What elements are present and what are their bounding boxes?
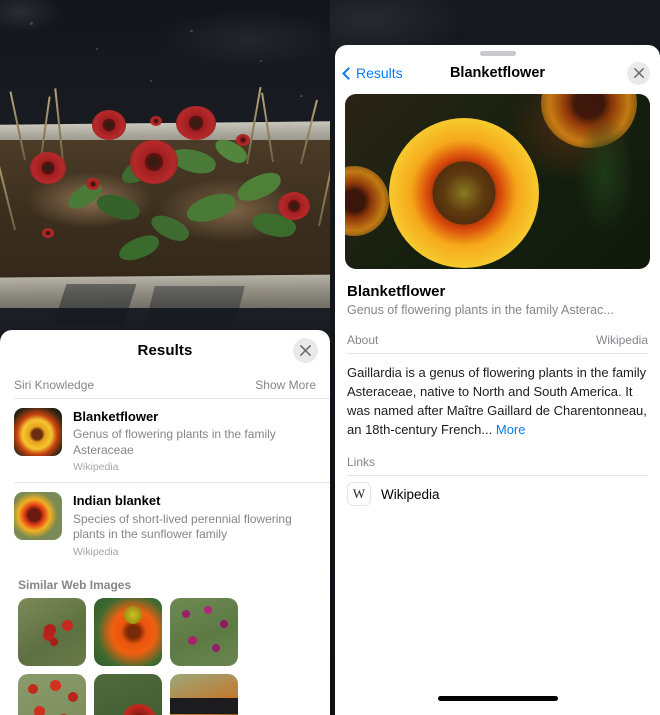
web-image-thumbnail[interactable] <box>18 673 86 715</box>
web-image-thumbnail[interactable] <box>170 673 238 715</box>
about-body: Gaillardia is a genus of flowering plant… <box>335 354 660 439</box>
result-row-blanketflower[interactable]: Blanketflower Genus of flowering plants … <box>0 399 330 482</box>
about-label: About <box>347 333 379 347</box>
siri-knowledge-label: Siri Knowledge <box>14 378 95 392</box>
back-button[interactable]: Results <box>342 65 403 81</box>
left-pane: Results Siri Knowledge Show More Blanket… <box>0 0 330 715</box>
web-image-thumbnail[interactable] <box>94 673 162 715</box>
similar-web-images-grid <box>0 597 330 715</box>
link-row-wikipedia[interactable]: W Wikipedia <box>335 476 660 512</box>
right-pane: Results Blanketflower Blanketflower Genu… <box>330 0 660 715</box>
close-icon <box>300 345 311 356</box>
about-header: About Wikipedia <box>335 317 660 353</box>
hero-image[interactable] <box>345 94 650 269</box>
detail-nav: Results Blanketflower <box>335 56 660 90</box>
result-source: Wikipedia <box>73 461 119 474</box>
screen: Results Siri Knowledge Show More Blanket… <box>0 0 660 715</box>
back-button-label: Results <box>356 65 403 81</box>
siri-knowledge-header: Siri Knowledge Show More <box>0 370 330 398</box>
flower <box>130 140 178 184</box>
flower <box>278 192 310 220</box>
flower <box>42 228 54 238</box>
result-subtitle: Species of short-lived perennial floweri… <box>73 511 292 542</box>
flower <box>92 110 126 140</box>
detail-close-button[interactable] <box>627 61 650 85</box>
web-image-thumbnail[interactable] <box>18 597 86 666</box>
flower <box>176 106 216 140</box>
result-title: Blanketflower <box>73 409 159 424</box>
web-image-thumbnail[interactable] <box>170 597 238 666</box>
flower <box>389 118 539 268</box>
about-source: Wikipedia <box>595 333 648 347</box>
links-label: Links <box>347 455 376 470</box>
flower <box>86 178 100 190</box>
link-label: Wikipedia <box>381 486 440 502</box>
source-photo[interactable] <box>0 0 330 336</box>
close-icon <box>633 68 644 78</box>
detail-sheet: Results Blanketflower Blanketflower Genu… <box>335 45 660 715</box>
detail-title: Blanketflower <box>449 65 546 81</box>
flower <box>150 116 162 126</box>
result-source: Wikipedia <box>73 545 119 558</box>
wikipedia-icon: W <box>347 482 371 507</box>
result-thumbnail <box>14 492 62 541</box>
show-more-button[interactable]: Show More <box>255 378 316 392</box>
result-thumbnail <box>14 408 62 456</box>
close-button[interactable] <box>293 338 318 363</box>
home-indicator[interactable] <box>437 696 558 701</box>
entity-title: Blanketflower <box>347 283 446 300</box>
similar-web-images-label: Similar Web Images <box>18 577 132 592</box>
web-image-thumbnail[interactable] <box>94 597 162 666</box>
more-link[interactable]: More <box>496 422 526 437</box>
result-row-indian-blanket[interactable]: Indian blanket Species of short-lived pe… <box>0 483 330 566</box>
result-subtitle: Genus of flowering plants in the family … <box>73 427 276 457</box>
entity-subtitle: Genus of flowering plants in the family … <box>347 303 614 317</box>
page-title: Results <box>137 341 193 359</box>
flower-center <box>432 161 496 225</box>
flower <box>30 152 66 184</box>
result-title: Indian blanket <box>73 493 161 509</box>
flower <box>236 134 250 146</box>
results-sheet: Results Siri Knowledge Show More Blanket… <box>0 330 330 715</box>
chevron-left-icon <box>342 66 355 80</box>
results-header: Results <box>0 330 330 370</box>
